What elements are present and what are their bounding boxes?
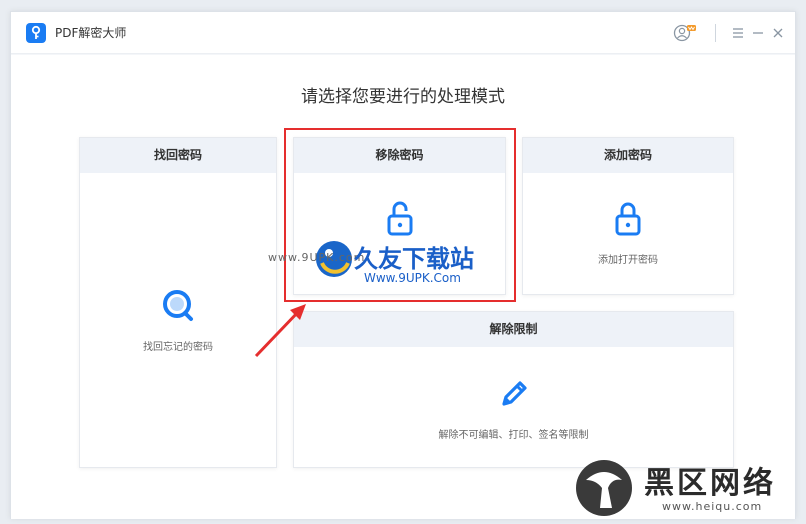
annotation-arrow (254, 304, 306, 358)
pencil-icon (496, 376, 532, 412)
card-title: 移除密码 (294, 138, 505, 173)
key-logo-icon (26, 23, 46, 43)
magnifier-icon (160, 288, 196, 324)
recover-password-card[interactable]: 找回密码 找回忘记的密码 (79, 137, 277, 468)
card-title: 解除限制 (294, 312, 733, 347)
menu-icon[interactable] (729, 24, 747, 42)
remove-password-card[interactable]: 移除密码 (293, 137, 506, 295)
close-icon[interactable] (769, 24, 787, 42)
title-bar: PDF解密大师 (11, 12, 795, 54)
padlock-icon (613, 200, 643, 236)
minimize-icon[interactable] (749, 24, 767, 42)
add-password-card[interactable]: 添加密码 添加打开密码 (522, 137, 734, 295)
user-vip-icon[interactable] (673, 24, 697, 42)
card-description: 添加打开密码 (598, 255, 658, 266)
card-title: 添加密码 (523, 138, 733, 173)
card-description: 找回忘记的密码 (143, 342, 213, 353)
card-description: 解除不可编辑、打印、签名等限制 (438, 430, 589, 441)
page-heading: 请选择您要进行的处理模式 (301, 87, 505, 107)
card-title: 找回密码 (80, 138, 276, 173)
unlocked-padlock-icon (385, 200, 415, 236)
titlebar-divider (715, 24, 716, 42)
app-title: PDF解密大师 (55, 26, 127, 40)
remove-restrictions-card[interactable]: 解除限制 解除不可编辑、打印、签名等限制 (293, 311, 734, 468)
